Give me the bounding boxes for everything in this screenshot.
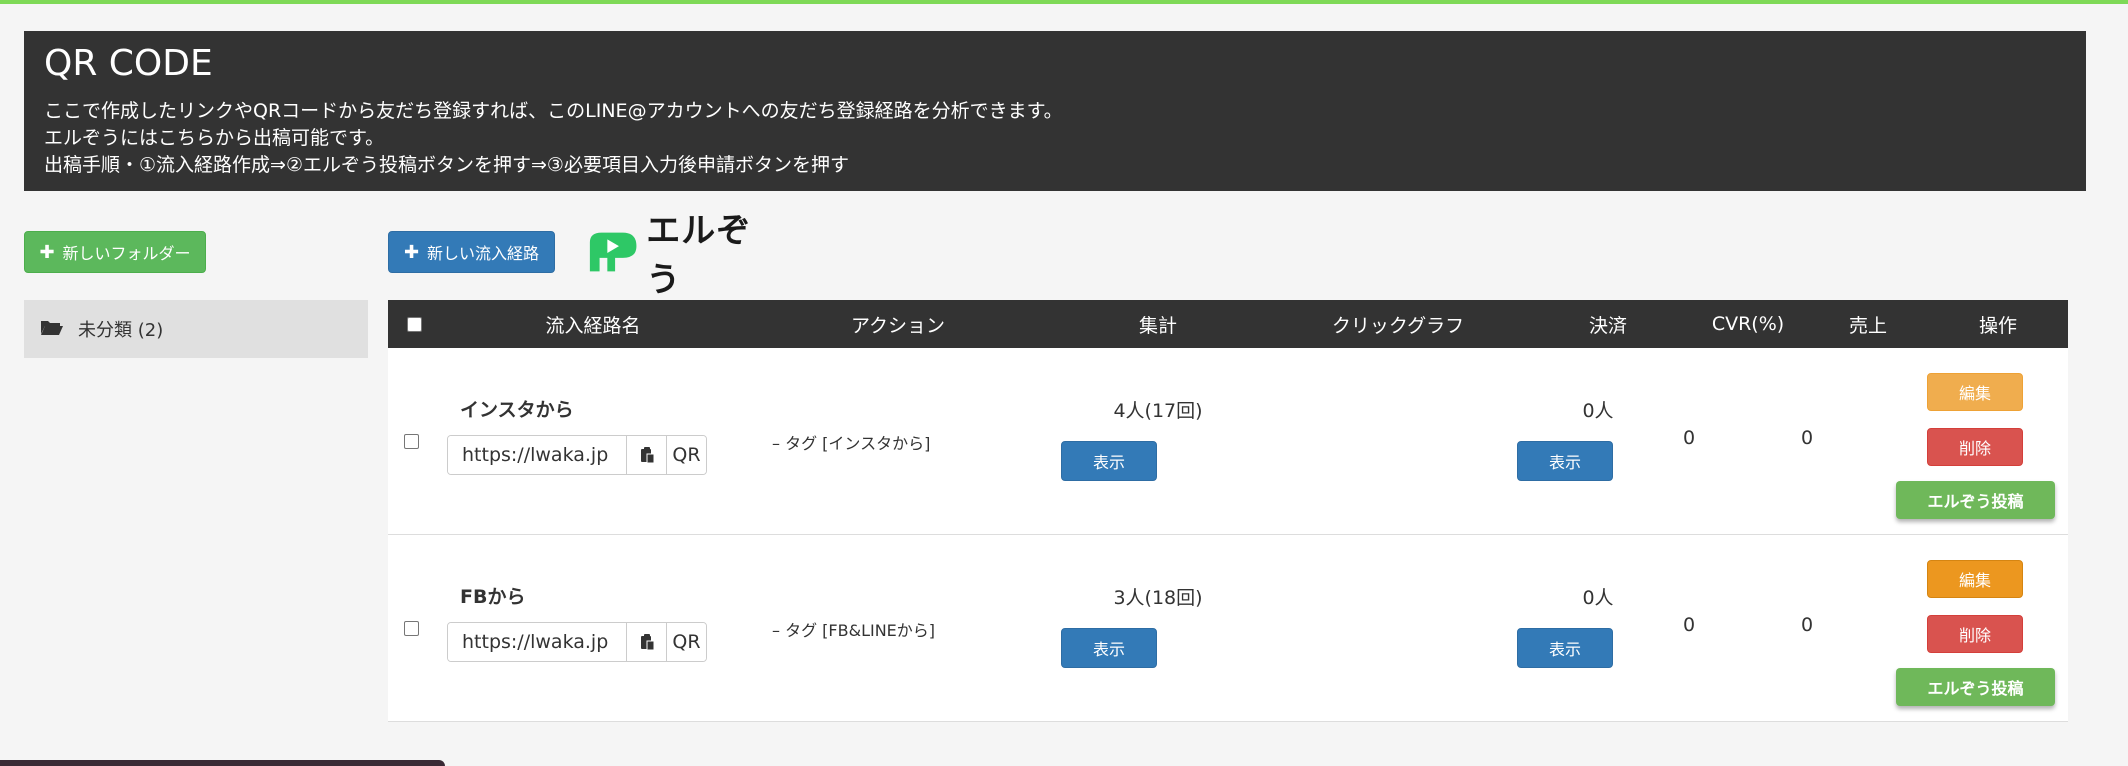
action-text: – タグ [FB&LINEから] xyxy=(772,621,936,640)
header-ops: 操作 xyxy=(1978,314,2017,337)
new-folder-button[interactable]: ✚ 新しいフォルダー xyxy=(24,231,206,273)
route-name: FBから xyxy=(460,586,526,608)
delete-button[interactable]: 削除 xyxy=(1927,615,2023,653)
route-name: インスタから xyxy=(460,399,574,421)
table-row: FBから https://lwaka.jp QR – タグ [FB&LINEから… xyxy=(388,535,2068,722)
header-action: アクション xyxy=(850,314,946,337)
new-folder-label: 新しいフォルダー xyxy=(62,244,191,263)
banner-steps: 出稿手順・①流入経路作成⇒②エルぞう投稿ボタンを押す⇒③必要項目入力後申請ボタン… xyxy=(44,154,849,176)
banner-note: エルぞうにはこちらから出稿可能です。 xyxy=(44,127,385,149)
new-route-button[interactable]: ✚ 新しい流入経路 xyxy=(388,231,555,273)
banner-description: ここで作成したリンクやQRコードから友だち登録すれば、このLINE@アカウントへ… xyxy=(44,100,1063,122)
select-all-checkbox[interactable] xyxy=(406,316,422,332)
cvr-value: 0 xyxy=(1683,614,1696,636)
count-value: 3人(18回) xyxy=(1113,587,1203,609)
header-count: 集計 xyxy=(1138,314,1177,337)
clipboard-icon xyxy=(640,447,654,464)
header-click-graph: クリックグラフ xyxy=(1331,314,1465,337)
cvr-value: 0 xyxy=(1683,427,1696,449)
eruzou-post-button[interactable]: エルぞう投稿 xyxy=(1896,481,2055,519)
row-checkbox[interactable] xyxy=(404,621,419,636)
url-group: https://lwaka.jp QR xyxy=(447,435,707,475)
top-accent-bar xyxy=(0,0,2128,4)
payment-value: 0人 xyxy=(1582,587,1614,609)
payment-show-button[interactable]: 表示 xyxy=(1517,628,1613,668)
eruzou-post-button[interactable]: エルぞう投稿 xyxy=(1896,668,2055,706)
edit-button[interactable]: 編集 xyxy=(1927,560,2023,598)
payment-show-button[interactable]: 表示 xyxy=(1517,441,1613,481)
new-route-label: 新しい流入経路 xyxy=(427,244,540,263)
page-title: QR CODE xyxy=(44,43,213,84)
folder-label: 未分類 (2) xyxy=(78,320,164,341)
count-value: 4人(17回) xyxy=(1113,400,1203,422)
info-banner: QR CODE ここで作成したリンクやQRコードから友だち登録すれば、このLIN… xyxy=(24,31,2086,191)
edit-button[interactable]: 編集 xyxy=(1927,373,2023,411)
qr-button[interactable]: QR xyxy=(666,436,706,474)
url-field[interactable]: https://lwaka.jp xyxy=(448,436,626,474)
url-group: https://lwaka.jp QR xyxy=(447,622,707,662)
count-show-button[interactable]: 表示 xyxy=(1061,441,1157,481)
folder-item-uncategorized[interactable]: 未分類 (2) xyxy=(24,300,368,358)
logo-text: エルぞう xyxy=(646,211,752,300)
clipboard-icon xyxy=(640,634,654,651)
bottom-edge-bar xyxy=(0,760,445,766)
qr-button[interactable]: QR xyxy=(666,623,706,661)
header-cvr: CVR(%) xyxy=(1711,313,1785,335)
folder-open-icon xyxy=(40,318,64,341)
payment-value: 0人 xyxy=(1582,400,1614,422)
plus-icon: ✚ xyxy=(403,241,420,263)
url-field[interactable]: https://lwaka.jp xyxy=(448,623,626,661)
sales-value: 0 xyxy=(1801,427,1814,449)
table-header: 流入経路名 アクション 集計 クリックグラフ 決済 CVR(%) 売上 操作 xyxy=(388,300,2068,348)
table-row: インスタから https://lwaka.jp QR – タグ [インスタから]… xyxy=(388,348,2068,535)
header-sales: 売上 xyxy=(1848,314,1887,337)
action-text: – タグ [インスタから] xyxy=(772,434,931,453)
elephant-icon xyxy=(589,232,637,272)
copy-button[interactable] xyxy=(626,623,666,661)
sales-value: 0 xyxy=(1801,614,1814,636)
header-name: 流入経路名 xyxy=(545,314,641,337)
eruzou-logo: エルぞう xyxy=(586,211,782,300)
delete-button[interactable]: 削除 xyxy=(1927,428,2023,466)
row-checkbox[interactable] xyxy=(404,434,419,449)
count-show-button[interactable]: 表示 xyxy=(1061,628,1157,668)
plus-icon: ✚ xyxy=(39,241,55,263)
route-table: 流入経路名 アクション 集計 クリックグラフ 決済 CVR(%) 売上 操作 イ… xyxy=(388,300,2068,722)
copy-button[interactable] xyxy=(626,436,666,474)
header-payment: 決済 xyxy=(1588,314,1627,337)
